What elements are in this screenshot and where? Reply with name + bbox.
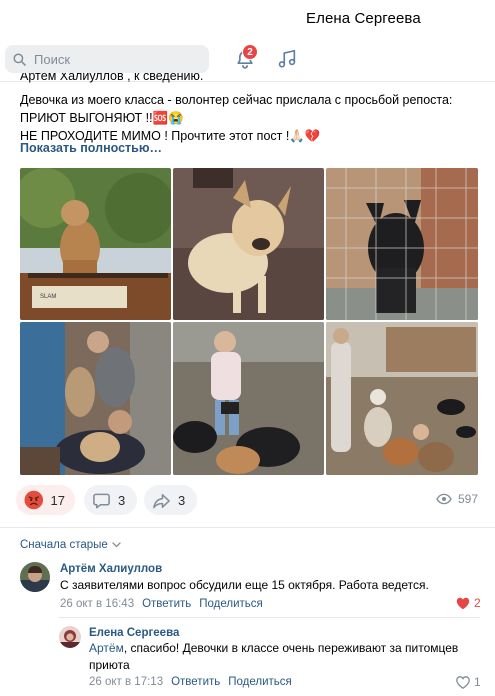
post-text: Девочка из моего класса - волонтер сейча… (20, 91, 480, 145)
section-divider (0, 527, 495, 528)
comment-meta: 26 окт в 17:13 Ответить Поделиться (89, 676, 292, 688)
reply-link[interactable]: Ответить (142, 598, 191, 610)
share-button[interactable]: 3 (144, 485, 197, 515)
reply-link[interactable]: Ответить (171, 676, 220, 688)
photo-shelter-yard[interactable] (326, 322, 478, 475)
search-box[interactable] (5, 45, 209, 73)
post-line-2: ПРИЮТ ВЫГОНЯЮТ !!🆘😭 (20, 111, 184, 125)
mention-link[interactable]: Артём (89, 641, 124, 655)
sort-label: Сначала старые (20, 539, 108, 551)
photo-grid: SLAM (20, 168, 478, 475)
avatar[interactable] (20, 562, 50, 592)
share-link[interactable]: Поделиться (199, 598, 263, 610)
search-input[interactable] (34, 51, 204, 67)
photo-volunteers-with-dogs[interactable] (20, 322, 171, 475)
photo-sign-text: SLAM (40, 294, 56, 300)
comment-text-body: , спасибо! Девочки в классе очень пережи… (89, 641, 459, 672)
heart-icon (456, 597, 470, 609)
comment-text: Артём, спасибо! Девочки в классе очень п… (89, 640, 469, 674)
share-count: 3 (178, 492, 186, 508)
angry-face-icon (24, 490, 44, 510)
avatar[interactable] (59, 626, 81, 648)
comment-button[interactable]: 3 (84, 485, 137, 515)
music-icon[interactable] (276, 48, 298, 70)
photo-girl-with-dogs[interactable] (173, 322, 324, 475)
top-bar: Елена Сергеева 2 (0, 0, 495, 82)
notification-badge: 2 (242, 44, 258, 60)
comment-text: С заявителями вопрос обсудили еще 15 окт… (60, 578, 429, 592)
post-text-cut-line: Артём Халиуллов , к сведению. (20, 73, 204, 83)
comment-count: 3 (118, 492, 126, 508)
user-name[interactable]: Елена Сергеева (306, 10, 421, 27)
share-arrow-icon (153, 493, 170, 508)
chevron-down-icon (112, 542, 121, 548)
heart-outline-icon (456, 675, 470, 689)
reaction-button[interactable]: 17 (16, 485, 75, 515)
comments-sort-dropdown[interactable]: Сначала старые (20, 539, 121, 551)
comment-date[interactable]: 26 окт в 16:43 (60, 598, 134, 610)
comment-meta: 26 окт в 16:43 Ответить Поделиться (60, 598, 263, 610)
photo-dog-on-road[interactable] (173, 168, 324, 320)
search-icon (13, 52, 26, 66)
comment-author[interactable]: Елена Сергеева (89, 627, 179, 639)
reply-divider (58, 617, 480, 618)
comment-like-count: 1 (474, 675, 481, 689)
views-counter: 597 (436, 492, 478, 506)
show-more-link[interactable]: Показать полностью… (20, 141, 162, 155)
share-link[interactable]: Поделиться (228, 676, 292, 688)
reaction-count: 17 (50, 492, 65, 508)
views-count: 597 (457, 492, 478, 506)
comment-like-button[interactable]: 1 (456, 675, 481, 689)
comment-author[interactable]: Артём Халиуллов (60, 563, 162, 575)
comment-date[interactable]: 26 окт в 17:13 (89, 676, 163, 688)
eye-icon (436, 493, 452, 505)
post-line-1: Девочка из моего класса - волонтер сейча… (20, 93, 453, 107)
comment-icon (93, 493, 110, 508)
photo-dog-behind-fence[interactable] (326, 168, 478, 320)
post-actions: 17 3 3 597 (16, 485, 486, 515)
comment-like-count: 2 (474, 596, 481, 610)
comment-like-button[interactable]: 2 (456, 596, 481, 610)
photo-dog-on-table[interactable]: SLAM (20, 168, 171, 320)
